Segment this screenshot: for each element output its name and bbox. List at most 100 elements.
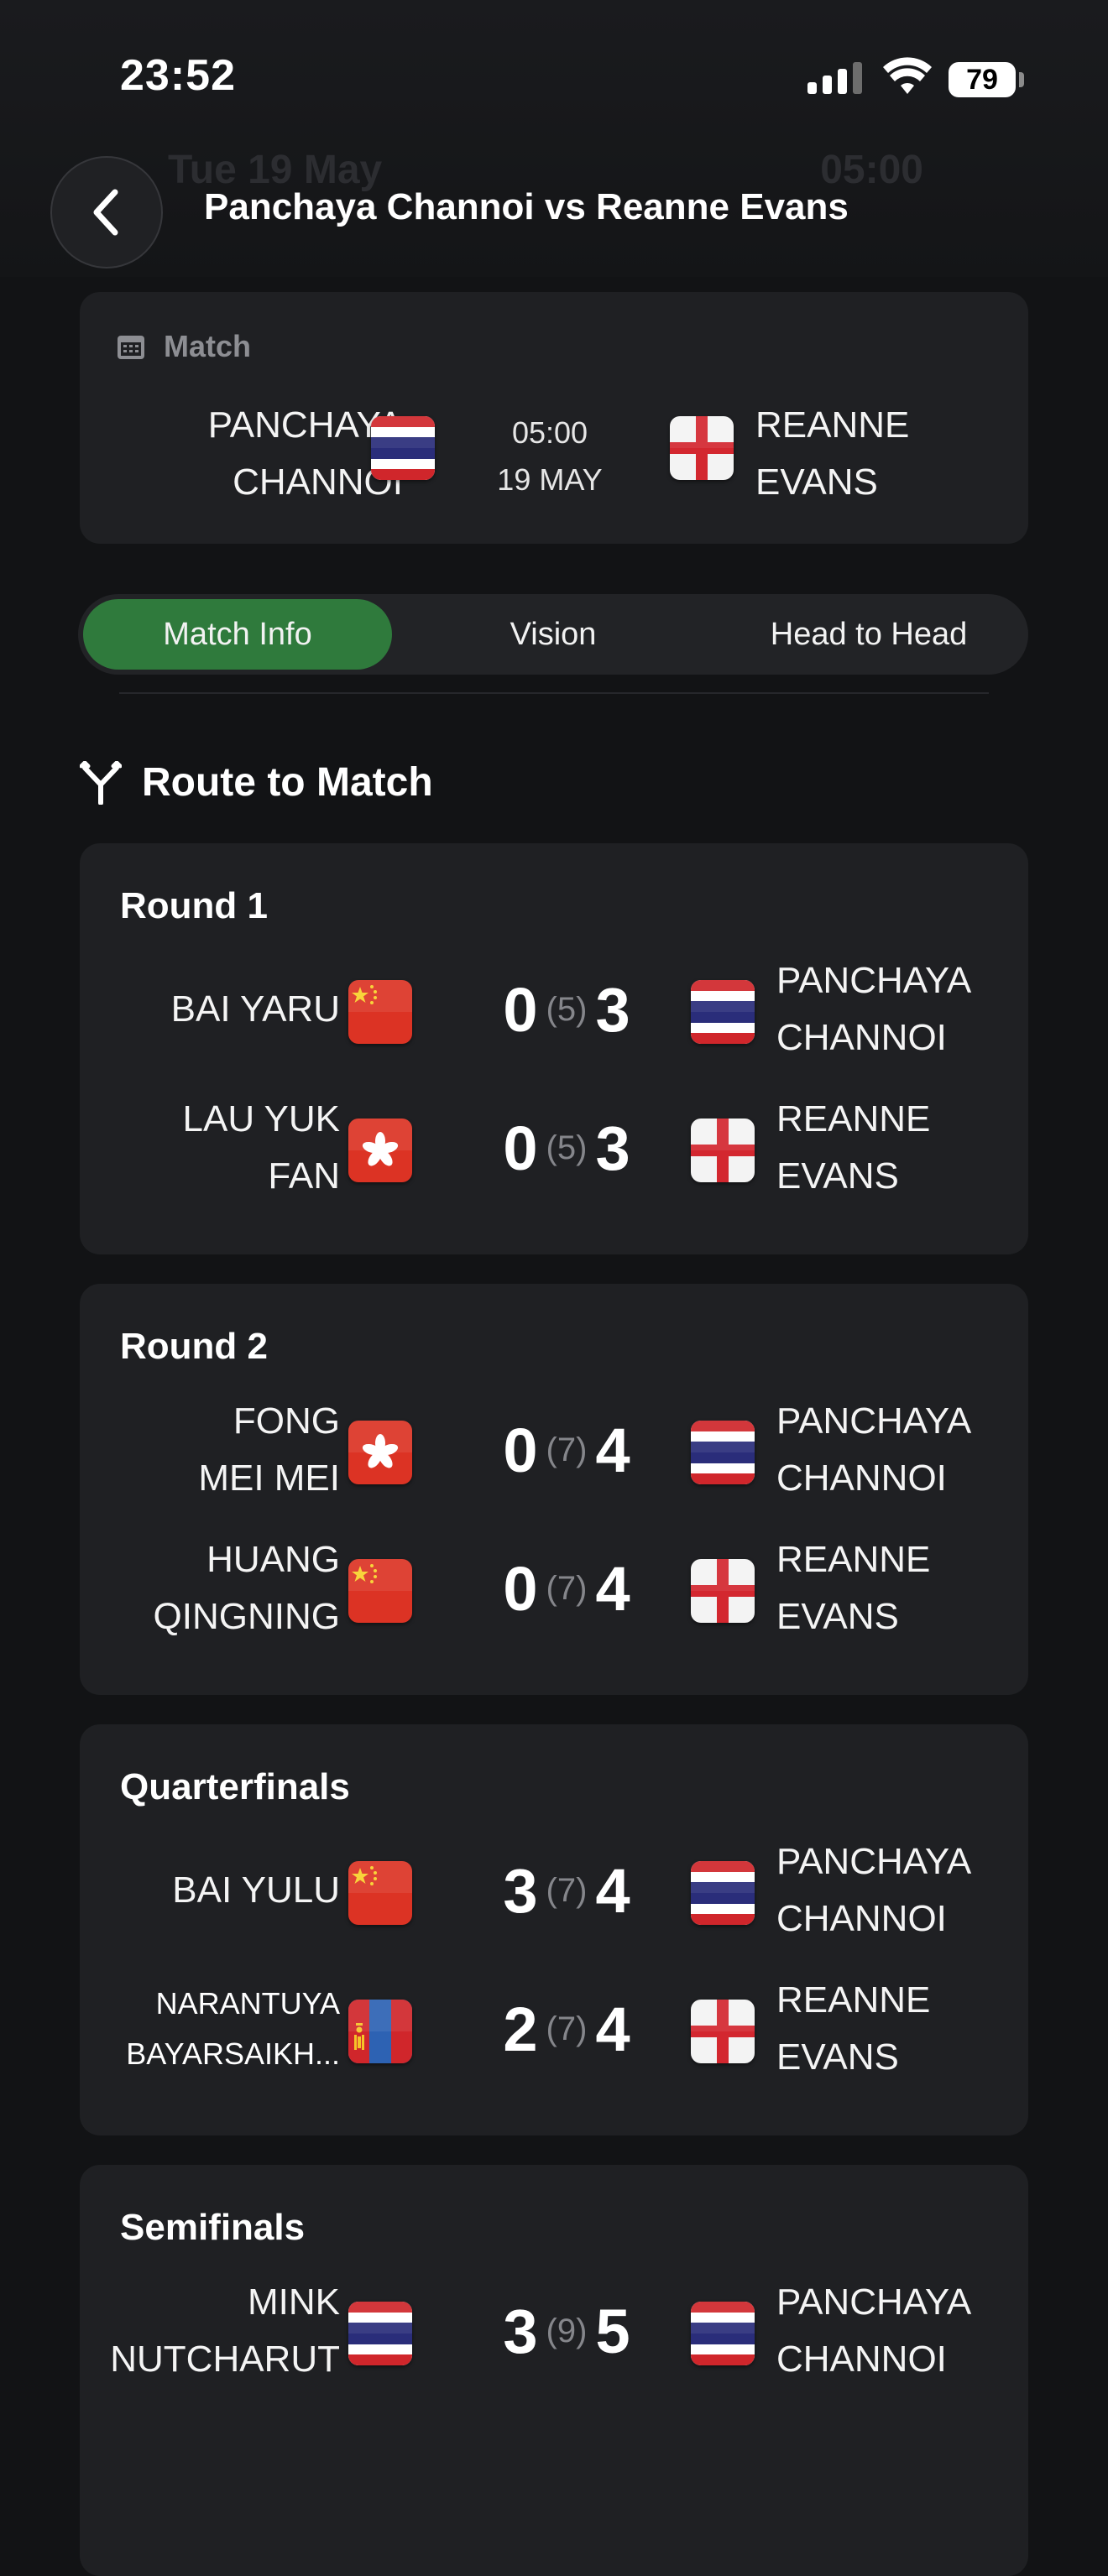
hong-kong-flag-icon	[348, 1119, 412, 1182]
thailand-flag-icon	[691, 1421, 755, 1484]
mongolia-flag-icon	[348, 2000, 412, 2063]
right-player-name-line: REANNE	[776, 1539, 931, 1580]
left-player-name-line: FAN	[268, 1155, 340, 1197]
score-left: 0	[503, 1553, 538, 1624]
left-player-name-line: MEI MEI	[198, 1457, 340, 1499]
score-right: 3	[595, 974, 630, 1045]
right-player-name-line: EVANS	[776, 1596, 899, 1637]
tab-match-info[interactable]: Match Info	[83, 599, 392, 670]
right-player-name-line: PANCHAYA	[776, 960, 972, 1001]
right-player-name: PANCHAYA CHANNOI	[776, 952, 1028, 1066]
thailand-flag-icon	[691, 1861, 755, 1925]
right-player-last: EVANS	[755, 461, 878, 503]
score-right: 4	[595, 1994, 630, 2064]
right-player-first: REANNE	[755, 404, 910, 446]
left-player-last: CHANNOI	[233, 461, 403, 503]
left-player-name: HUANG QINGNING	[88, 1531, 340, 1645]
match-row[interactable]: FONG MEI MEI 0 (7) 4 PANCHAYA CHANNOI	[80, 1393, 1028, 1510]
right-player-name: PANCHAYA CHANNOI	[776, 1393, 1028, 1507]
left-player-name-line: HUANG	[206, 1539, 340, 1580]
round-card: Semifinals MINK NUTCHARUT 3 (9) 5 PANCHAYA CHAN…	[80, 2165, 1028, 2576]
back-button[interactable]	[50, 156, 163, 269]
left-player-name: NARANTUYA BAYARSAIKH...	[88, 1979, 340, 2079]
england-flag-icon	[670, 416, 734, 480]
match-time-value: 05:00	[511, 415, 588, 450]
round-card: Quarterfinals BAI YULU 3 (7) 4 PANCHAYA CHANNO…	[80, 1724, 1028, 2135]
match-score: 3 (7) 4	[483, 1855, 651, 1926]
score-left: 0	[503, 1113, 538, 1183]
right-player-name-line: PANCHAYA	[776, 2281, 972, 2323]
left-player-name-line: BAI YARU	[170, 988, 340, 1030]
left-player-name-line: QINGNING	[153, 1596, 340, 1637]
thailand-flag-icon	[691, 2302, 755, 2365]
round-title: Round 1	[120, 885, 268, 926]
left-player-name-line: NARANTUYA	[155, 1986, 340, 2021]
right-player-name-line: CHANNOI	[776, 1898, 947, 1939]
score-right: 3	[595, 1113, 630, 1183]
right-player-name-line: EVANS	[776, 2036, 899, 2078]
score-right: 4	[595, 1855, 630, 1926]
right-player-name: REANNE EVANS	[776, 1091, 1028, 1205]
score-left: 3	[503, 1855, 538, 1926]
match-row[interactable]: BAI YULU 3 (7) 4 PANCHAYA CHANNOI	[80, 1833, 1028, 1951]
section-title: Route to Match	[142, 760, 433, 805]
left-player-name: MINK NUTCHARUT	[88, 2274, 340, 2388]
left-player-name-line: BAYARSAIKH...	[126, 2036, 340, 2071]
right-player-name-line: REANNE	[776, 1979, 931, 2021]
score-left: 2	[503, 1994, 538, 2064]
england-flag-icon	[691, 1559, 755, 1623]
calendar-icon	[118, 336, 144, 359]
left-player-name-line: NUTCHARUT	[110, 2339, 340, 2380]
right-player-name-line: CHANNOI	[776, 1457, 947, 1499]
left-player-name: LAU YUK FAN	[88, 1091, 341, 1205]
match-row[interactable]: LAU YUK FAN 0 (5) 3 REANNE EVANS	[80, 1091, 1028, 1208]
right-player-name-line: CHANNOI	[776, 1017, 947, 1058]
left-player-name: FONG MEI MEI	[88, 1393, 340, 1507]
match-date-value: 19 MAY	[497, 462, 603, 497]
route-to-match-heading: Route to Match	[80, 759, 433, 806]
left-player-name-line: MINK	[248, 2281, 340, 2323]
thailand-flag-icon	[348, 2302, 412, 2365]
right-player-name: REANNE EVANS	[776, 1531, 1028, 1645]
tab-head-to-head[interactable]: Head to Head	[714, 599, 1023, 670]
best-of: (5)	[546, 1129, 588, 1166]
wifi-icon	[883, 57, 932, 94]
status-bar: 23:52 79	[0, 50, 1108, 109]
best-of: (5)	[546, 990, 588, 1028]
score-right: 4	[595, 1415, 630, 1485]
score-right: 5	[595, 2296, 630, 2366]
round-card: Round 1 BAI YARU 0 (5) 3 PANCHAYA CHANNOI LAU Y…	[80, 843, 1028, 1254]
status-time: 23:52	[120, 51, 236, 100]
hong-kong-flag-icon	[348, 1421, 412, 1484]
divider	[119, 692, 989, 694]
chevron-left-icon	[93, 189, 118, 236]
match-row[interactable]: MINK NUTCHARUT 3 (9) 5 PANCHAYA CHANNOI	[80, 2274, 1028, 2391]
right-player-name-line: REANNE	[776, 1098, 931, 1139]
match-row[interactable]: BAI YARU 0 (5) 3 PANCHAYA CHANNOI	[80, 952, 1028, 1070]
thailand-flag-icon	[691, 980, 755, 1044]
match-row[interactable]: HUANG QINGNING 0 (7) 4 REANNE EVANS	[80, 1531, 1028, 1649]
score-left: 0	[503, 974, 538, 1045]
battery-icon: 79	[949, 62, 1016, 97]
match-row[interactable]: NARANTUYA BAYARSAIKH... 2 (7) 4 REANNE EVANS	[80, 1972, 1028, 2089]
right-player-name: REANNE EVANS	[755, 397, 1007, 511]
thailand-flag-icon	[371, 416, 435, 480]
left-player-name-line: FONG	[233, 1400, 340, 1442]
battery-tip	[1019, 72, 1024, 87]
route-split-icon	[80, 760, 122, 805]
left-player-name-line: LAU YUK	[182, 1098, 341, 1139]
right-player-name: PANCHAYA CHANNOI	[776, 2274, 1028, 2388]
china-flag-icon	[348, 1861, 412, 1925]
match-card: Match PANCHAYA CHANNOI 05:00 19 MAY REAN…	[80, 292, 1028, 544]
best-of: (7)	[546, 1431, 588, 1468]
left-player-first: PANCHAYA	[207, 404, 403, 446]
best-of: (7)	[546, 1871, 588, 1909]
england-flag-icon	[691, 1119, 755, 1182]
score-left: 3	[503, 2296, 538, 2366]
left-player-name: PANCHAYA CHANNOI	[118, 397, 403, 511]
tab-vision[interactable]: Vision	[399, 599, 708, 670]
round-title: Quarterfinals	[120, 1766, 350, 1807]
match-score: 0 (7) 4	[483, 1553, 651, 1624]
match-label: Match	[164, 329, 252, 363]
left-player-name: BAI YULU	[88, 1862, 340, 1919]
